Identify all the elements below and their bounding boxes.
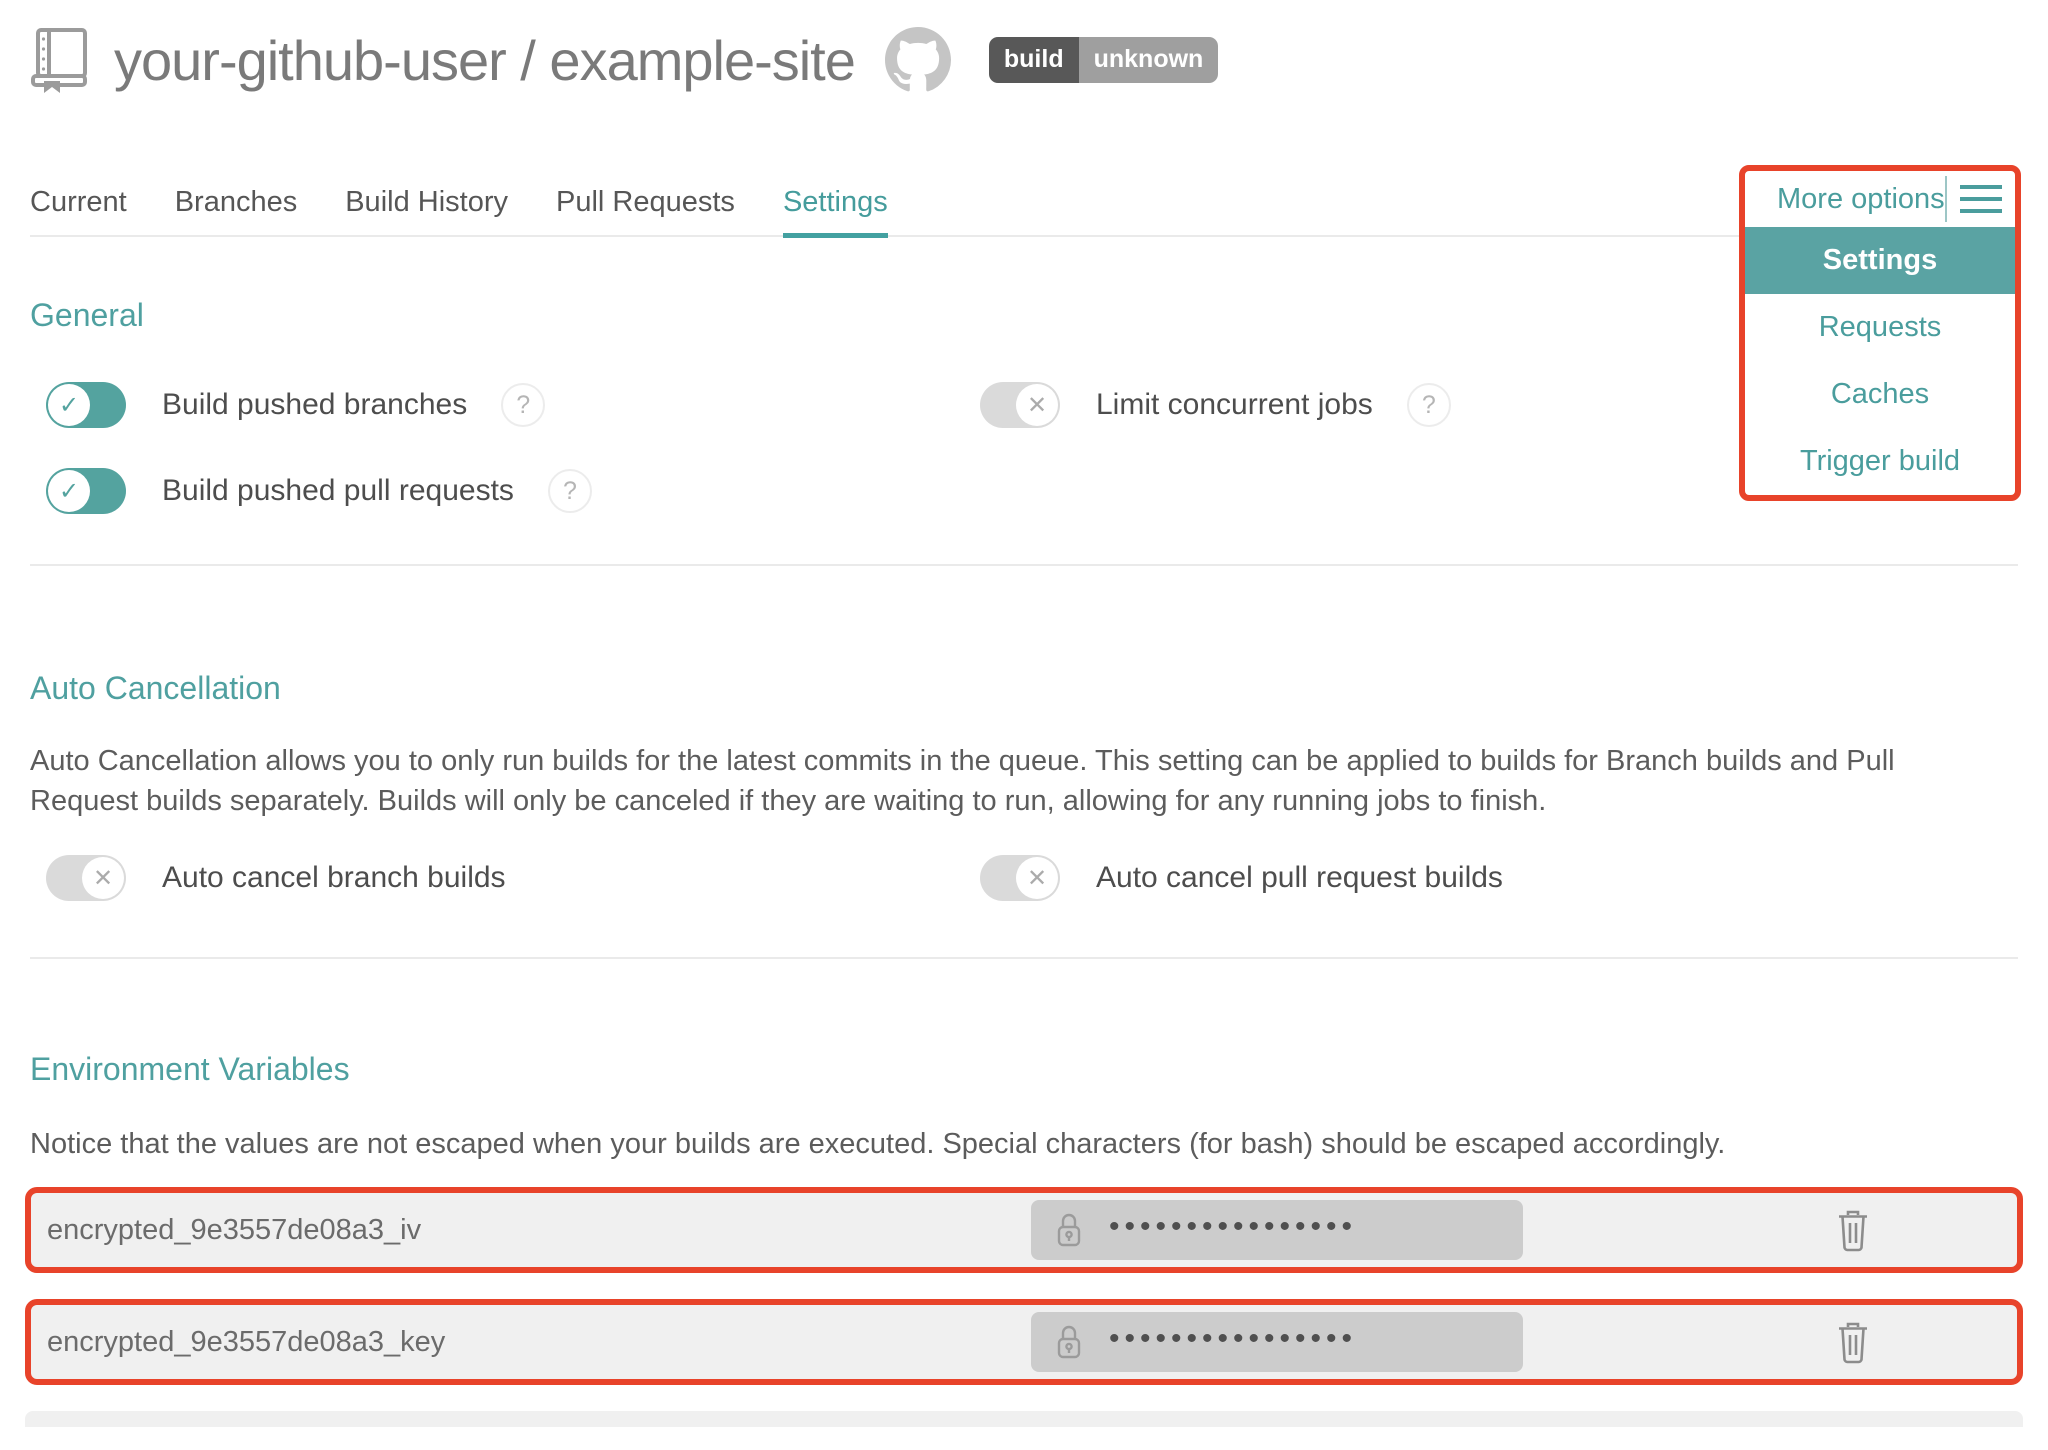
help-icon[interactable]: ? <box>1407 383 1451 427</box>
badge-build-label: build <box>989 37 1079 83</box>
general-toggles: ✓ Build pushed branches ? ✕ Limit concur… <box>30 382 2018 514</box>
repo-header: your-github-user / example-site build un… <box>0 0 2048 96</box>
tab-current[interactable]: Current <box>30 186 127 235</box>
menu-item-requests[interactable]: Requests <box>1745 294 2015 361</box>
trash-icon <box>1835 1208 1871 1252</box>
build-pushed-pull-requests-toggle[interactable]: ✓ <box>46 468 126 514</box>
build-status-badge: build unknown <box>989 37 1218 83</box>
tab-branches[interactable]: Branches <box>175 186 298 235</box>
more-options-header: More options <box>1745 171 2015 227</box>
toggle-label: Auto cancel branch builds <box>162 861 506 895</box>
masked-value: •••••••••••••••• <box>1109 1212 1357 1248</box>
page-title: your-github-user / example-site <box>114 28 855 93</box>
toggle-on-check-icon: ✓ <box>48 384 90 426</box>
auto-cancel-pull-request-builds-toggle[interactable]: ✕ <box>980 855 1060 901</box>
auto-cancellation-heading: Auto Cancellation <box>30 670 2018 707</box>
more-options-button[interactable]: More options <box>1777 183 1945 216</box>
toggle-row-build-pushed-pull-requests: ✓ Build pushed pull requests ? <box>30 468 964 514</box>
env-var-row-key: encrypted_9e3557de08a3_key •••••••••••••… <box>25 1299 2023 1385</box>
menu-item-settings[interactable]: Settings <box>1745 227 2015 294</box>
toggle-label: Auto cancel pull request builds <box>1096 861 1503 895</box>
auto-cancel-branch-builds-toggle[interactable]: ✕ <box>46 855 126 901</box>
badge-status-value: unknown <box>1079 37 1219 83</box>
limit-concurrent-jobs-toggle[interactable]: ✕ <box>980 382 1060 428</box>
section-divider <box>30 957 2018 959</box>
masked-value: •••••••••••••••• <box>1109 1324 1357 1360</box>
github-logo-icon[interactable] <box>885 27 951 93</box>
toggle-off-x-icon: ✕ <box>1016 857 1058 899</box>
lock-icon <box>1055 1324 1083 1360</box>
help-icon[interactable]: ? <box>501 383 545 427</box>
toggle-off-x-icon: ✕ <box>1016 384 1058 426</box>
environment-variables-heading: Environment Variables <box>30 1051 2018 1088</box>
toggle-off-x-icon: ✕ <box>82 857 124 899</box>
toggle-row-auto-cancel-branch-builds: ✕ Auto cancel branch builds <box>30 855 964 901</box>
auto-cancellation-toggles: ✕ Auto cancel branch builds ✕ Auto cance… <box>30 855 2018 901</box>
build-pushed-branches-toggle[interactable]: ✓ <box>46 382 126 428</box>
hamburger-menu-icon[interactable] <box>1947 179 2015 219</box>
toggle-on-check-icon: ✓ <box>48 470 90 512</box>
toggle-label: Build pushed branches <box>162 388 467 422</box>
repo-tabs: Current Branches Build History Pull Requ… <box>30 186 2018 237</box>
trash-icon <box>1835 1320 1871 1364</box>
section-divider <box>30 564 2018 566</box>
auto-cancellation-description: Auto Cancellation allows you to only run… <box>30 741 1950 821</box>
delete-env-var-button[interactable] <box>1831 1205 1875 1255</box>
environment-variables-notice: Notice that the values are not escaped w… <box>30 1128 2018 1161</box>
repo-book-icon <box>30 27 88 93</box>
lock-icon <box>1055 1212 1083 1248</box>
help-icon[interactable]: ? <box>548 469 592 513</box>
more-options-panel: More options Settings Requests Caches Tr… <box>1739 165 2021 501</box>
env-var-value-field[interactable]: •••••••••••••••• <box>1031 1200 1523 1260</box>
menu-item-trigger-build[interactable]: Trigger build <box>1745 428 2015 495</box>
env-var-value-field[interactable]: •••••••••••••••• <box>1031 1312 1523 1372</box>
toggle-row-build-pushed-branches: ✓ Build pushed branches ? <box>30 382 964 428</box>
toggle-row-auto-cancel-pull-request-builds: ✕ Auto cancel pull request builds <box>964 855 2018 901</box>
toggle-label: Build pushed pull requests <box>162 474 514 508</box>
menu-item-caches[interactable]: Caches <box>1745 361 2015 428</box>
tab-pull-requests[interactable]: Pull Requests <box>556 186 735 235</box>
delete-env-var-button[interactable] <box>1831 1317 1875 1367</box>
tab-build-history[interactable]: Build History <box>345 186 508 235</box>
env-var-name: encrypted_9e3557de08a3_key <box>47 1326 445 1359</box>
general-heading: General <box>30 297 2018 334</box>
env-var-row-iv: encrypted_9e3557de08a3_iv ••••••••••••••… <box>25 1187 2023 1273</box>
toggle-label: Limit concurrent jobs <box>1096 388 1373 422</box>
env-var-name: encrypted_9e3557de08a3_iv <box>47 1214 421 1247</box>
next-row-partial <box>25 1411 2023 1427</box>
tab-settings[interactable]: Settings <box>783 186 888 235</box>
